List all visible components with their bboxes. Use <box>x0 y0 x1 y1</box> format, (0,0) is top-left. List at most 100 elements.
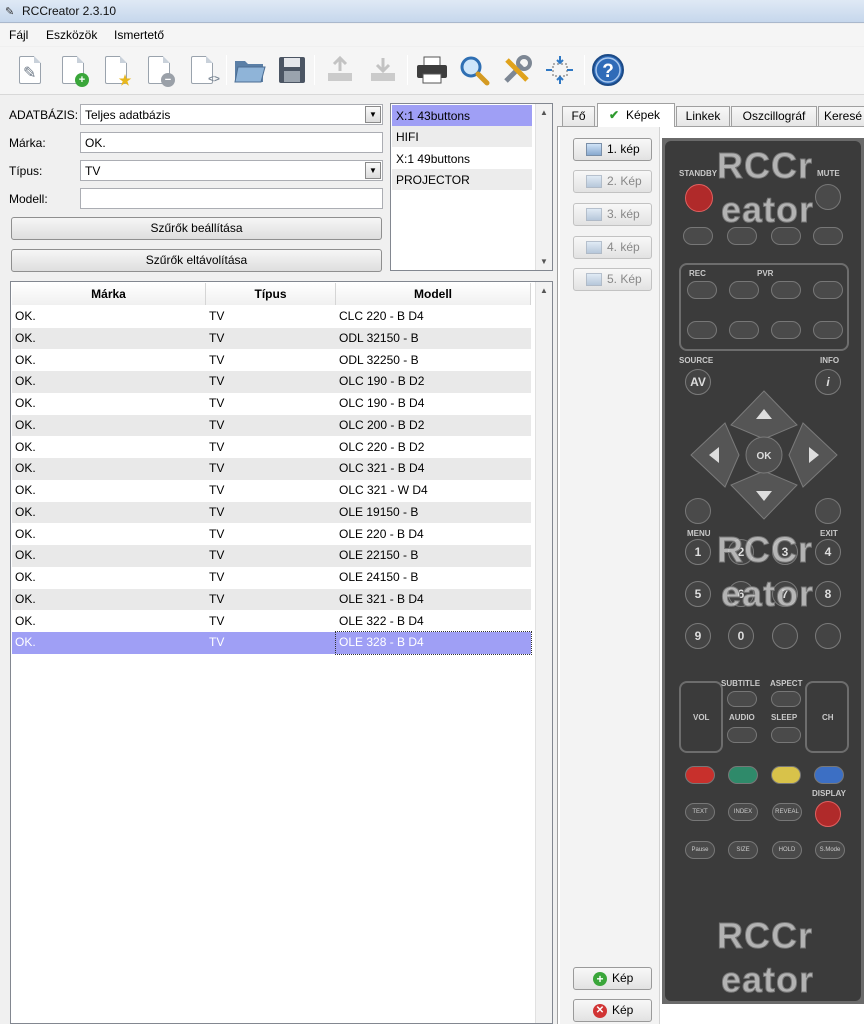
tab-search[interactable]: Keresé <box>818 106 864 126</box>
save-icon[interactable] <box>274 52 310 88</box>
download-icon[interactable] <box>365 52 401 88</box>
display-label: DISPLAY <box>812 789 846 798</box>
clear-filters-button[interactable]: Szűrők eltávolítása <box>11 249 382 272</box>
table-row[interactable]: OK. TV ODL 32150 - B <box>12 327 531 350</box>
table-row[interactable]: OK. TV OLE 220 - B D4 <box>12 524 531 546</box>
table-row[interactable]: OK. TV OLC 220 - B D2 <box>12 437 531 459</box>
table-row[interactable]: OK. TV OLE 19150 - B <box>12 501 531 524</box>
upload-icon[interactable] <box>322 52 358 88</box>
table-row[interactable]: OK. TV OLC 200 - B D2 <box>12 414 531 437</box>
type-label: Típus: <box>9 164 43 178</box>
remote-key <box>687 321 717 339</box>
list-item[interactable]: X:1 43buttons <box>392 105 532 126</box>
apply-filters-button[interactable]: Szűrők beállítása <box>11 217 382 240</box>
model-cell: OLE 321 - B D4 <box>339 591 424 606</box>
list-item[interactable]: PROJECTOR <box>392 169 532 190</box>
ch-group: CH <box>805 681 849 753</box>
tab-images[interactable]: ✔ Képek <box>597 103 675 127</box>
menu-tools[interactable]: Eszközök <box>46 28 97 42</box>
remote-type-list[interactable]: X:1 43buttons HIFI X:1 49buttons PROJECT… <box>390 103 553 271</box>
model-field[interactable] <box>80 188 383 209</box>
column-header-model[interactable]: Modell <box>336 283 531 305</box>
database-combo[interactable]: Teljes adatbázis ▼ <box>80 104 383 125</box>
table-row[interactable]: OK. TV OLC 321 - W D4 <box>12 480 531 502</box>
printer-icon[interactable] <box>414 52 450 88</box>
tab-oscillograph[interactable]: Oszcillográf <box>731 106 817 126</box>
brand-cell: OK. <box>15 417 36 432</box>
favorite-document-icon[interactable]: ★ <box>98 52 134 88</box>
digit-key: 4 <box>815 539 841 565</box>
stop-icon <box>813 281 843 299</box>
table-row[interactable]: OK. TV CLC 220 - B D4 <box>12 306 531 328</box>
database-label: ADATBÁZIS: <box>9 108 79 122</box>
tab-main[interactable]: Fő <box>562 106 595 126</box>
image-icon <box>586 241 602 254</box>
table-row[interactable]: OK. TV OLC 321 - B D4 <box>12 458 531 480</box>
column-header-brand[interactable]: Márka <box>12 283 206 305</box>
table-row[interactable]: OK. TV OLE 322 - B D4 <box>12 611 531 633</box>
image-4-button[interactable]: 4. kép <box>573 236 652 259</box>
table-scrollbar[interactable]: ▲ <box>535 282 552 1023</box>
add-image-button[interactable]: + Kép <box>573 967 652 990</box>
table-row[interactable]: OK. TV OLE 22150 - B <box>12 545 531 567</box>
remote-key <box>683 227 713 245</box>
brand-field[interactable]: OK. <box>80 132 383 153</box>
chevron-down-icon[interactable]: ▼ <box>365 162 381 179</box>
image-icon <box>586 175 602 188</box>
remote-key: HOLD <box>772 841 802 859</box>
power-icon <box>685 184 713 212</box>
table-row[interactable]: OK. TV ODL 32250 - B <box>12 350 531 372</box>
brand-cell: OK. <box>15 483 36 497</box>
type-cell: TV <box>209 526 225 541</box>
new-icon[interactable]: ✎ <box>12 52 48 88</box>
menu-key <box>685 498 711 524</box>
type-cell: TV <box>209 570 225 584</box>
model-cell: OLC 190 - B D2 <box>339 374 425 389</box>
delete-image-label: Kép <box>612 1003 634 1017</box>
settings-icon[interactable] <box>499 52 535 88</box>
table-row[interactable]: OK. TV OLC 190 - B D2 <box>12 371 531 393</box>
remove-document-icon[interactable]: − <box>141 52 177 88</box>
source-label: SOURCE <box>679 356 714 365</box>
list-scrollbar[interactable]: ▲ ▼ <box>535 104 552 270</box>
help-icon[interactable]: ? <box>590 52 626 88</box>
remote-key <box>813 321 843 339</box>
brand-cell: OK. <box>15 309 36 323</box>
subtitle-key <box>727 691 757 707</box>
search-icon[interactable] <box>456 52 492 88</box>
image-5-button[interactable]: 5. Kép <box>573 268 652 291</box>
chevron-down-icon[interactable]: ▼ <box>365 106 381 123</box>
sleep-key <box>771 727 801 743</box>
rewind-icon <box>729 281 759 299</box>
menu-file[interactable]: Fájl <box>9 28 28 42</box>
app-icon: ✎ <box>5 6 15 18</box>
window-title: RCCreator 2.3.10 <box>22 4 117 18</box>
svg-text:?: ? <box>602 61 614 82</box>
model-cell: OLC 321 - B D4 <box>339 461 425 476</box>
image-buttons-column <box>560 127 660 1024</box>
column-header-type[interactable]: Típus <box>206 283 336 305</box>
fit-icon[interactable] <box>542 52 578 88</box>
remote-key: SIZE <box>728 841 758 859</box>
code-document-icon[interactable]: <> <box>184 52 220 88</box>
delete-image-button[interactable]: ✕ Kép <box>573 999 652 1022</box>
menu-about[interactable]: Ismertető <box>114 28 164 42</box>
list-item[interactable]: X:1 49buttons <box>392 148 532 169</box>
remote-key: INDEX <box>728 803 758 821</box>
type-combo[interactable]: TV ▼ <box>80 160 383 181</box>
open-folder-icon[interactable] <box>232 52 268 88</box>
image-3-button[interactable]: 3. kép <box>573 203 652 226</box>
watermark: RCCr <box>716 915 814 957</box>
table-row[interactable]: OK. TV OLE 321 - B D4 <box>12 588 531 611</box>
table-row[interactable]: OK. TV OLC 190 - B D4 <box>12 393 531 415</box>
image-2-button[interactable]: 2. Kép <box>573 170 652 193</box>
remote-key: TEXT <box>685 803 715 821</box>
image-1-button[interactable]: 1. kép <box>573 138 652 161</box>
type-cell: TV <box>209 417 225 432</box>
tab-links[interactable]: Linkek <box>676 106 730 126</box>
add-document-icon[interactable]: + <box>55 52 91 88</box>
table-row[interactable]: OK. TV OLE 328 - B D4 <box>12 631 532 655</box>
list-item[interactable]: HIFI <box>392 126 532 147</box>
table-row[interactable]: OK. TV OLE 24150 - B <box>12 567 531 589</box>
model-cell: OLC 200 - B D2 <box>339 417 425 432</box>
